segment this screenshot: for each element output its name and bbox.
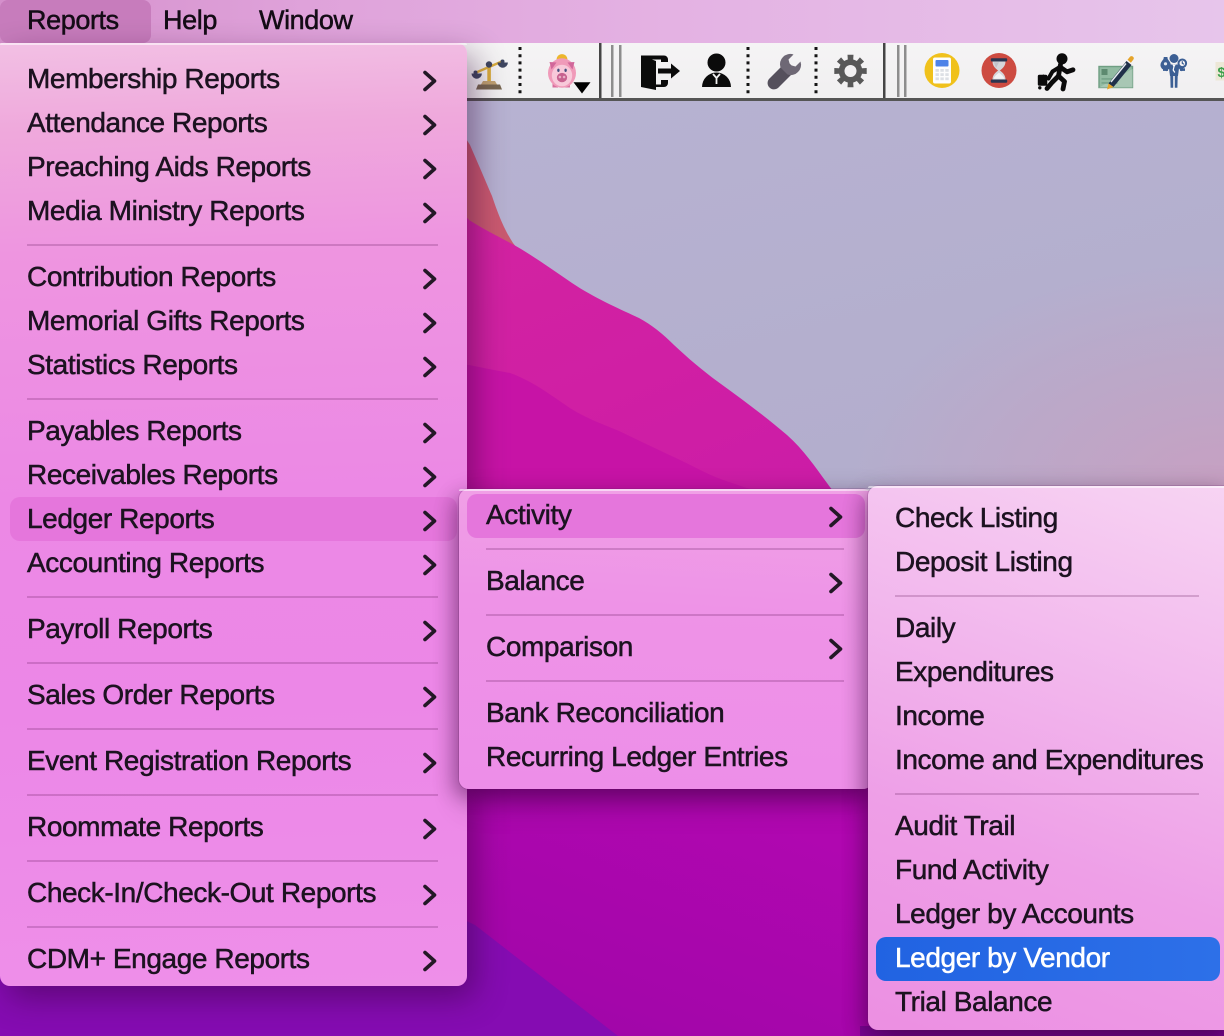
svg-text:$: $ [1218, 64, 1224, 80]
